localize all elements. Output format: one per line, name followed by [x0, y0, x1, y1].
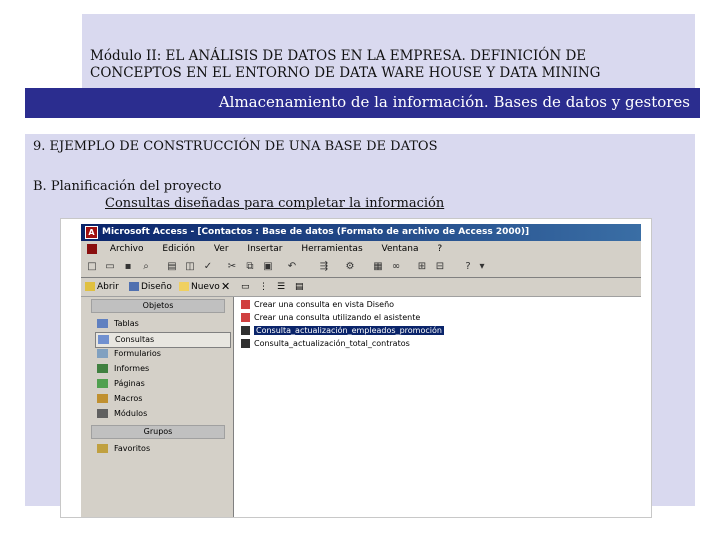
list-item[interactable]: Consulta_actualización_total_contratos: [241, 338, 410, 349]
new-button[interactable]: Nuevo: [179, 278, 220, 296]
list-item-label: Crear una consulta en vista Diseño: [254, 300, 395, 309]
delete-icon[interactable]: ✕: [221, 278, 230, 296]
access-screenshot: A Microsoft Access - [Contactos : Base de…: [60, 218, 652, 518]
large-icons-icon[interactable]: ▭: [241, 278, 250, 296]
list-item[interactable]: Crear una consulta en vista Diseño: [241, 299, 394, 310]
sub-title: B. Planificación del proyecto: [33, 179, 222, 194]
nav-paginas-label: Páginas: [114, 379, 145, 388]
macro-icon: [97, 394, 108, 403]
nav-formularios[interactable]: Formularios: [95, 347, 229, 361]
design-button-label: Diseño: [141, 282, 172, 292]
nav-paginas[interactable]: Páginas: [95, 377, 229, 391]
nav-formularios-label: Formularios: [114, 349, 161, 358]
access-window-title: Microsoft Access - [Contactos : Base de …: [102, 227, 530, 237]
list-item[interactable]: Consulta_actualización_empleados_promoci…: [241, 325, 444, 336]
open-folder-icon[interactable]: ▭: [103, 260, 117, 273]
wizard-icon: [241, 300, 250, 309]
update-query-icon: [241, 339, 250, 348]
small-icons-icon[interactable]: ⋮: [259, 278, 268, 296]
cut-icon[interactable]: ✂: [225, 260, 239, 273]
nav-macros[interactable]: Macros: [95, 392, 229, 406]
nav-tablas-label: Tablas: [114, 319, 139, 328]
paste-icon[interactable]: ▣: [261, 260, 275, 273]
standard-toolbar: □ ▭ ▪ ⌕ ▤ ◫ ✓ ✂ ⧉ ▣ ↶ ⇶ ⚙ ▦ ∞ ⊞ ⊟ ? ▾: [81, 257, 641, 278]
details-view-icon[interactable]: ▤: [295, 278, 304, 296]
new-object-icon[interactable]: ⊟: [433, 260, 447, 273]
form-icon: [97, 349, 108, 358]
update-query-icon: [241, 326, 250, 335]
banner-text: Almacenamiento de la información. Bases …: [218, 93, 690, 111]
wizard-icon: [241, 313, 250, 322]
nav-favoritos-label: Favoritos: [114, 444, 151, 453]
new-icon: [179, 282, 189, 291]
menu-ver[interactable]: Ver: [206, 241, 237, 257]
list-item-label: Consulta_actualización_empleados_promoci…: [254, 326, 444, 335]
open-button-label: Abrir: [97, 282, 119, 292]
access-title-bar: A Microsoft Access - [Contactos : Base de…: [81, 224, 641, 241]
sub-sub-title: Consultas diseñadas para completar la in…: [105, 196, 445, 211]
section-banner: Almacenamiento de la información. Bases …: [25, 88, 700, 118]
chevron-down-icon[interactable]: ▾: [475, 260, 489, 273]
objects-header[interactable]: Objetos: [91, 299, 225, 313]
nav-favoritos[interactable]: Favoritos: [95, 442, 229, 456]
report-icon: [97, 364, 108, 373]
table-icon: [97, 319, 108, 328]
favorites-icon: [97, 444, 108, 453]
header-title: Módulo II: EL ANÁLISIS DE DATOS EN LA EM…: [90, 48, 600, 82]
module-icon: [97, 409, 108, 418]
page-icon: [97, 379, 108, 388]
menu-archivo[interactable]: Archivo: [102, 241, 152, 257]
nav-tablas[interactable]: Tablas: [95, 317, 229, 331]
analyze-icon[interactable]: ⚙: [343, 260, 357, 273]
list-view-icon[interactable]: ☰: [277, 278, 285, 296]
menu-ventana[interactable]: Ventana: [374, 241, 427, 257]
menu-bar: Archivo Edición Ver Insertar Herramienta…: [81, 241, 641, 257]
header-line-2: CONCEPTOS EN EL ENTORNO DE DATA WARE HOU…: [90, 65, 601, 81]
document-icon: [87, 244, 97, 254]
groups-header[interactable]: Grupos: [91, 425, 225, 439]
design-icon: [129, 282, 139, 291]
menu-edicion[interactable]: Edición: [154, 241, 203, 257]
menu-ayuda[interactable]: ?: [429, 241, 450, 257]
office-links-icon[interactable]: ⇶: [317, 260, 331, 273]
open-button[interactable]: Abrir: [85, 278, 119, 296]
properties-icon[interactable]: ∞: [389, 260, 403, 273]
nav-modulos-label: Módulos: [114, 409, 148, 418]
nav-consultas[interactable]: Consultas: [95, 332, 231, 348]
list-item[interactable]: Crear una consulta utilizando el asisten…: [241, 312, 420, 323]
query-icon: [98, 335, 109, 344]
code-icon[interactable]: ▦: [371, 260, 385, 273]
undo-icon[interactable]: ↶: [285, 260, 299, 273]
list-item-label: Crear una consulta utilizando el asisten…: [254, 313, 421, 322]
menu-insertar[interactable]: Insertar: [239, 241, 290, 257]
search-icon[interactable]: ⌕: [139, 260, 153, 273]
print-icon[interactable]: ▤: [165, 260, 179, 273]
list-item-label: Consulta_actualización_total_contratos: [254, 339, 410, 348]
section-title: 9. EJEMPLO DE CONSTRUCCIÓN DE UNA BASE D…: [33, 139, 438, 154]
nav-modulos[interactable]: Módulos: [95, 407, 229, 421]
database-toolbar: Abrir Diseño Nuevo ✕ ▭ ⋮ ☰ ▤: [81, 278, 641, 297]
relationships-icon[interactable]: ⊞: [415, 260, 429, 273]
access-app-icon: A: [85, 226, 98, 239]
print-preview-icon[interactable]: ◫: [183, 260, 197, 273]
new-file-icon[interactable]: □: [85, 260, 99, 273]
help-icon[interactable]: ?: [461, 260, 475, 273]
spelling-icon[interactable]: ✓: [201, 260, 215, 273]
nav-macros-label: Macros: [114, 394, 143, 403]
menu-herramientas[interactable]: Herramientas: [293, 241, 370, 257]
header-line-1: Módulo II: EL ANÁLISIS DE DATOS EN LA EM…: [90, 48, 587, 64]
objects-pane: Objetos Tablas Consultas Formularios Inf…: [81, 297, 234, 517]
open-icon: [85, 282, 95, 291]
slide-header: Módulo II: EL ANÁLISIS DE DATOS EN LA EM…: [82, 14, 695, 90]
queries-list: Crear una consulta en vista Diseño Crear…: [237, 299, 637, 514]
new-button-label: Nuevo: [191, 282, 220, 292]
save-icon[interactable]: ▪: [121, 260, 135, 273]
copy-icon[interactable]: ⧉: [243, 260, 257, 273]
nav-informes-label: Informes: [114, 364, 150, 373]
design-button[interactable]: Diseño: [129, 278, 172, 296]
nav-informes[interactable]: Informes: [95, 362, 229, 376]
nav-consultas-label: Consultas: [115, 335, 155, 344]
database-window: Abrir Diseño Nuevo ✕ ▭ ⋮ ☰ ▤ Objetos Tab…: [81, 277, 641, 517]
